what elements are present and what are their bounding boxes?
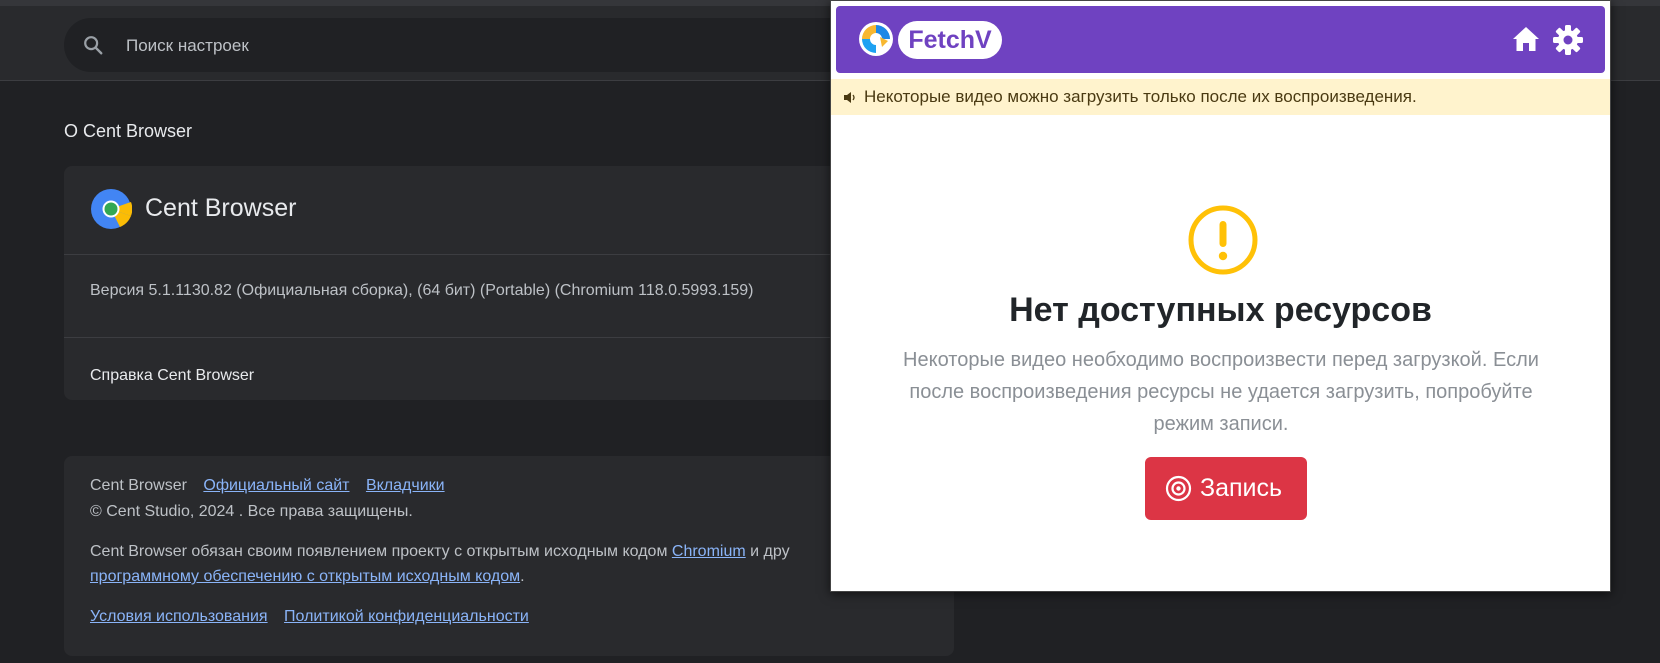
privacy-link[interactable]: Политикой конфиденциальности: [284, 608, 529, 625]
card-divider: [64, 254, 954, 255]
contributors-link[interactable]: Вкладчики: [366, 477, 445, 494]
home-icon[interactable]: [1511, 24, 1541, 54]
exclamation-circle-icon: [1188, 205, 1258, 275]
section-title: О Cent Browser: [64, 121, 193, 141]
notice-bar: Некоторые видео можно загрузить только п…: [831, 79, 1610, 115]
oss-line: программному обеспечению с открытым исхо…: [90, 568, 525, 586]
gear-icon[interactable]: [1552, 24, 1584, 56]
official-site-link[interactable]: Официальный сайт: [203, 477, 349, 494]
oss-period: .: [520, 568, 525, 585]
browser-name: Cent Browser: [145, 194, 297, 222]
fetchv-popup: FetchV Некоторые видео можно загрузить т…: [830, 0, 1611, 592]
fetchv-logo-icon: [859, 22, 893, 56]
chromium-link[interactable]: Chromium: [672, 543, 746, 560]
record-icon: [1165, 475, 1192, 502]
search-box[interactable]: [64, 18, 864, 74]
credits-prefix: Cent Browser обязан своим появлением про…: [90, 543, 668, 560]
credits-suffix: и дру: [750, 543, 790, 560]
speaker-icon: [844, 92, 855, 103]
notice-text: Некоторые видео можно загрузить только п…: [864, 87, 1417, 106]
credits-line: Cent Browser обязан своим появлением про…: [90, 543, 790, 561]
product-name: Cent Browser: [90, 477, 187, 494]
card-divider: [64, 337, 954, 338]
legal-links: Условия использования Политикой конфиден…: [90, 608, 529, 626]
oss-link[interactable]: программному обеспечению с открытым исхо…: [90, 568, 520, 585]
empty-state-description: Некоторые видео необходимо воспроизвести…: [903, 349, 1539, 435]
copyright-text: © Cent Studio, 2024 . Все права защищены…: [90, 503, 413, 520]
empty-state-title: Нет доступных ресурсов: [1009, 291, 1432, 329]
footer-card: Cent Browser Официальный сайт Вкладчики …: [64, 456, 954, 656]
app-name: FetchV: [898, 21, 1002, 59]
version-text: Версия 5.1.1130.82 (Официальная сборка),…: [90, 282, 754, 299]
record-button[interactable]: Запись: [1145, 457, 1307, 520]
search-icon: [84, 36, 103, 55]
about-card: Cent Browser Версия 5.1.1130.82 (Официал…: [64, 166, 954, 400]
cent-browser-logo: [91, 189, 132, 229]
popup-header: FetchV: [836, 6, 1605, 73]
search-input[interactable]: [124, 18, 848, 74]
terms-link[interactable]: Условия использования: [90, 608, 268, 625]
footer-product-line: Cent Browser Официальный сайт Вкладчики: [90, 477, 445, 495]
help-link[interactable]: Справка Cent Browser: [90, 367, 254, 385]
record-button-label: Запись: [1200, 474, 1283, 502]
